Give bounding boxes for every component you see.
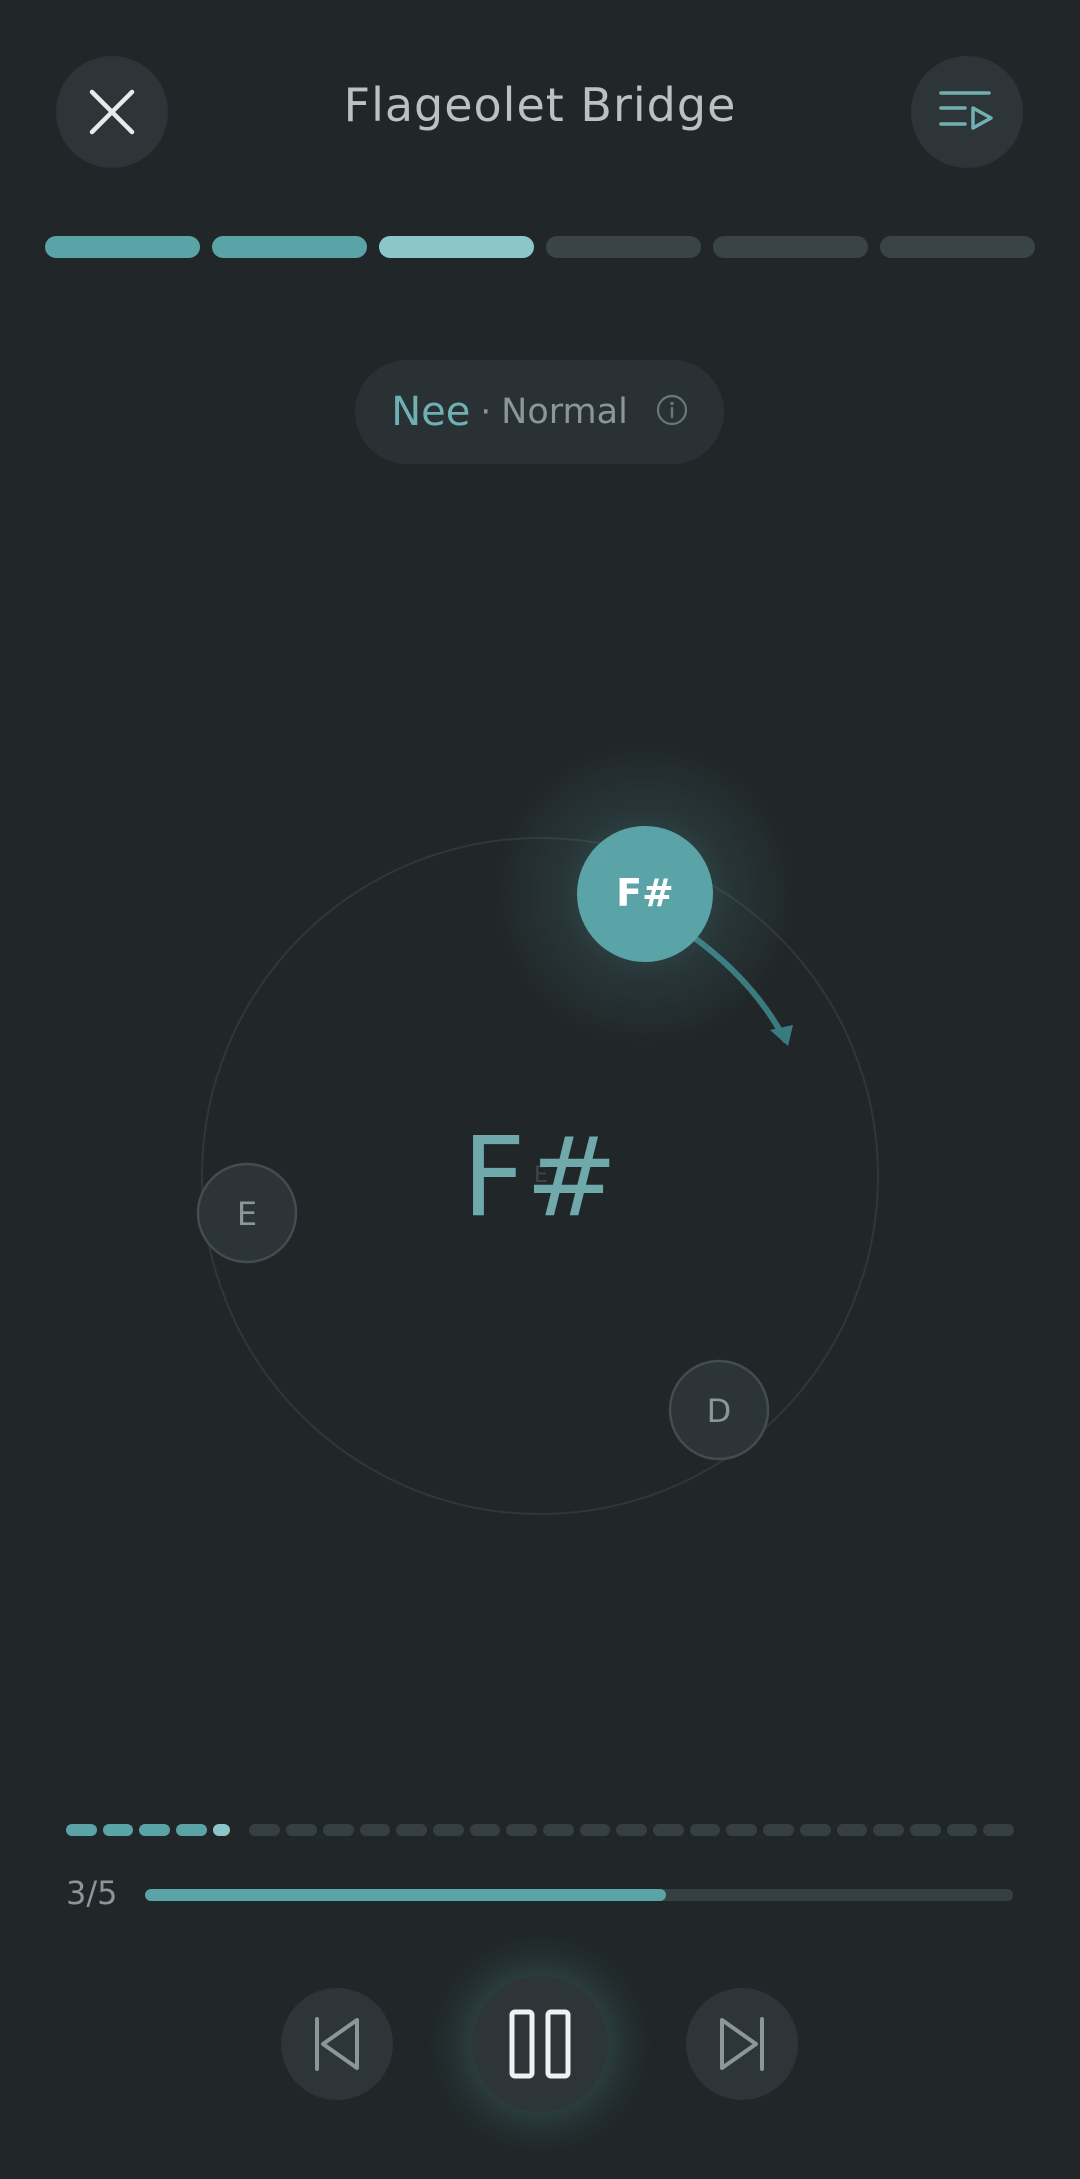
progress-segment: [212, 236, 367, 258]
step-dot: [836, 1824, 868, 1836]
step-dot: [286, 1824, 317, 1836]
note-node-d[interactable]: D: [668, 1359, 770, 1461]
mode-label: Normal: [501, 392, 628, 432]
center-note: F#: [462, 1113, 617, 1241]
step-dot: [763, 1824, 794, 1836]
skip-next-icon: [720, 2017, 764, 2071]
mode-pill[interactable]: Nee · Normal: [355, 360, 724, 464]
step-dot: [432, 1824, 464, 1836]
step-dot: [249, 1824, 281, 1836]
step-dot: [396, 1824, 427, 1836]
progress-segment: [45, 236, 200, 258]
step-dot: [946, 1824, 978, 1836]
step-dot: [689, 1824, 721, 1836]
note-label-e: E: [237, 1195, 257, 1233]
step-indicator: [66, 1824, 1014, 1836]
step-dot: [543, 1824, 574, 1836]
separator: ·: [480, 392, 492, 432]
active-note-label: F#: [616, 871, 674, 915]
step-dot: [909, 1824, 941, 1836]
note-node-e[interactable]: E: [196, 1162, 298, 1264]
skip-previous-icon: [315, 2017, 359, 2071]
next-button[interactable]: [686, 1988, 798, 2100]
note-dial: E F# F# E D: [196, 744, 879, 1515]
step-dot: [176, 1824, 207, 1836]
step-dot: [983, 1824, 1014, 1836]
progress-count: 3/5: [66, 1874, 118, 1912]
step-dot: [469, 1824, 501, 1836]
note-label-d: D: [707, 1392, 732, 1430]
step-dot: [726, 1824, 758, 1836]
pause-button[interactable]: [472, 1976, 608, 2112]
step-dot: [139, 1824, 171, 1836]
player-name: Nee: [391, 389, 471, 435]
section-progress: [45, 236, 1035, 258]
step-dot: [322, 1824, 354, 1836]
step-dot: [799, 1824, 831, 1836]
playlist-play-icon: [939, 91, 993, 130]
progress-track[interactable]: [145, 1889, 1013, 1901]
step-dot: [616, 1824, 648, 1836]
progress-segment: [880, 236, 1035, 258]
previous-button[interactable]: [281, 1988, 393, 2100]
step-dot: [579, 1824, 611, 1836]
progress-segment: [546, 236, 701, 258]
progress-fill: [145, 1889, 666, 1901]
step-dot: [873, 1824, 904, 1836]
step-dot: [653, 1824, 684, 1836]
step-dot: [102, 1824, 134, 1836]
progress-segment: [379, 236, 534, 258]
pause-icon: [509, 2009, 571, 2079]
queue-button[interactable]: [911, 56, 1023, 168]
step-dot: [66, 1824, 97, 1836]
progress-segment: [713, 236, 868, 258]
info-icon[interactable]: [656, 394, 688, 430]
step-dot: [359, 1824, 391, 1836]
active-note-node[interactable]: F#: [577, 826, 713, 962]
step-dot: [212, 1824, 230, 1836]
step-dot: [506, 1824, 537, 1836]
